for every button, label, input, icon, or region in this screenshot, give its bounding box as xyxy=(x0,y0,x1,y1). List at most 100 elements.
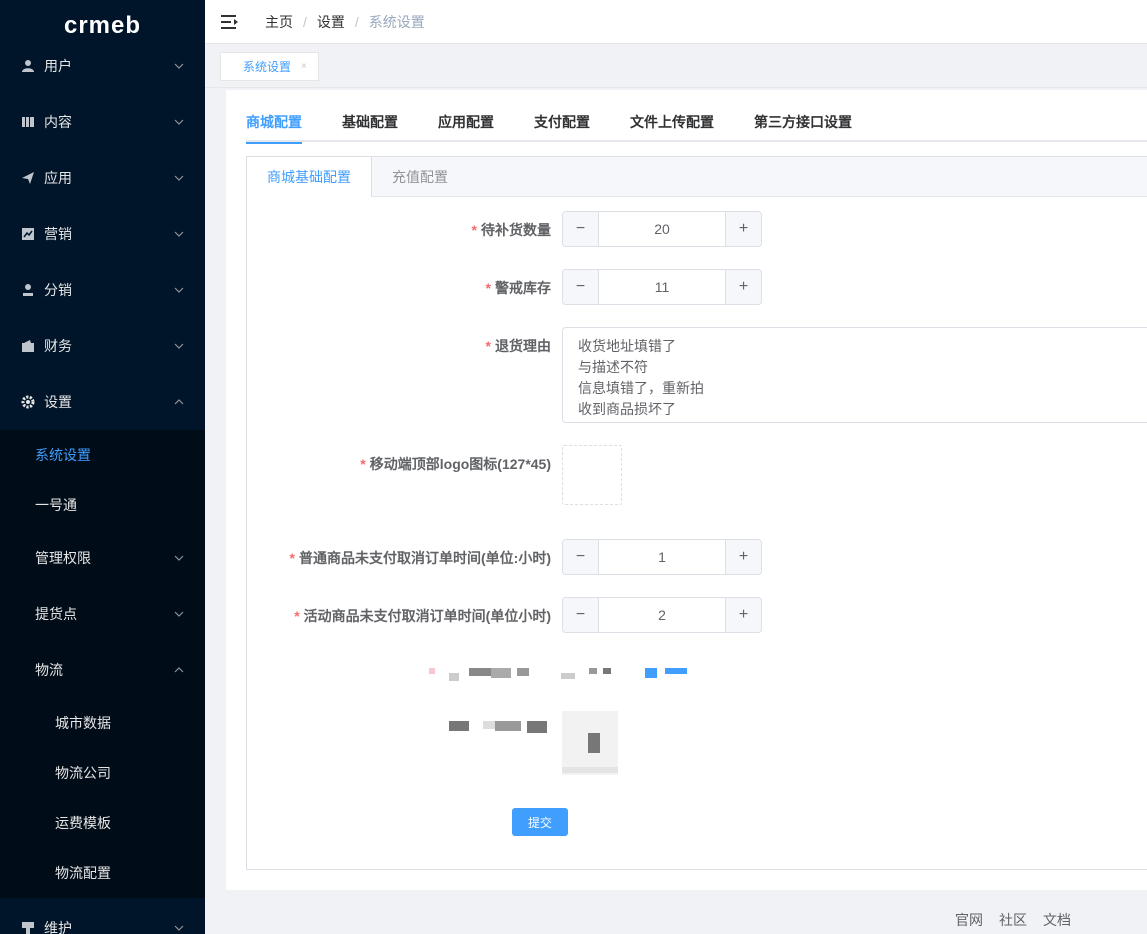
chevron-up-icon xyxy=(174,667,184,673)
tags-bar: 系统设置 × xyxy=(205,44,1147,88)
increase-button[interactable]: + xyxy=(725,270,761,304)
normal-cancel-value[interactable]: 1 xyxy=(599,540,725,574)
mobile-logo-upload[interactable] xyxy=(562,445,622,505)
chevron-down-icon xyxy=(174,925,184,931)
sidebar-item-label: 维护 xyxy=(44,920,72,934)
return-reason-line: 与描述不符 xyxy=(578,359,648,375)
decrease-button[interactable]: − xyxy=(563,212,599,246)
menu-fold-icon[interactable] xyxy=(221,14,239,30)
sidebar-item-label: 系统设置 xyxy=(35,447,91,463)
chevron-down-icon xyxy=(174,343,184,349)
sidebar-item-yihaotong[interactable]: 一号通 xyxy=(0,480,205,530)
increase-button[interactable]: + xyxy=(725,598,761,632)
sidebar-item-label: 运费模板 xyxy=(55,815,111,831)
tag-system-settings[interactable]: 系统设置 × xyxy=(220,52,319,81)
submit-button[interactable]: 提交 xyxy=(512,808,568,836)
sidebar-item-content[interactable]: 内容 xyxy=(0,94,205,150)
tab-upload-config[interactable]: 文件上传配置 xyxy=(630,112,714,142)
sidebar-item-freight-template[interactable]: 运费模板 xyxy=(0,798,205,848)
sidebar-item-label: 管理权限 xyxy=(35,550,91,566)
wallet-icon xyxy=(20,338,36,354)
chevron-down-icon xyxy=(174,231,184,237)
return-reason-label: * 退货理由 xyxy=(485,338,551,354)
tab-mall-basic[interactable]: 商城基础配置 xyxy=(247,157,372,197)
close-icon[interactable]: × xyxy=(301,61,307,72)
sidebar-item-system-settings[interactable]: 系统设置 xyxy=(0,430,205,480)
activity-cancel-value[interactable]: 2 xyxy=(599,598,725,632)
config-tabs: 商城配置 基础配置 应用配置 支付配置 文件上传配置 第三方接口设置 xyxy=(246,112,1147,144)
content-icon xyxy=(20,114,36,130)
sidebar-item-finance[interactable]: 财务 xyxy=(0,318,205,374)
sidebar-item-distribution[interactable]: 分销 xyxy=(0,262,205,318)
decrease-button[interactable]: − xyxy=(563,540,599,574)
tab-third-party-config[interactable]: 第三方接口设置 xyxy=(754,112,852,142)
tab-basic-config[interactable]: 基础配置 xyxy=(342,112,398,142)
return-reason-line: 信息填错了，重新拍 xyxy=(578,380,704,396)
breadcrumb-separator: / xyxy=(354,13,359,30)
tab-recharge[interactable]: 充值配置 xyxy=(372,157,468,196)
restock-label: * 待补货数量 xyxy=(471,222,551,238)
chevron-down-icon xyxy=(174,119,184,125)
inner-panel: 商城基础配置 充值配置 * 待补货数量 − 20 + * 警戒库存 − 11 + *… xyxy=(246,156,1147,870)
tab-mall-config[interactable]: 商城配置 xyxy=(246,112,302,144)
restock-value[interactable]: 20 xyxy=(599,212,725,246)
sidebar-item-settings[interactable]: 设置 xyxy=(0,374,205,430)
warn-stock-value[interactable]: 11 xyxy=(599,270,725,304)
chevron-down-icon xyxy=(174,287,184,293)
activity-cancel-stepper[interactable]: − 2 + xyxy=(562,597,762,633)
sidebar-item-maintain[interactable]: 维护 xyxy=(0,898,205,934)
inner-tabs: 商城基础配置 充值配置 xyxy=(247,157,1147,197)
sidebar-item-label: 物流公司 xyxy=(55,765,111,781)
sidebar-item-pickup[interactable]: 提货点 xyxy=(0,586,205,642)
sidebar-item-label: 一号通 xyxy=(35,497,77,513)
breadcrumb: 主页 / 设置 / 系统设置 xyxy=(265,12,425,32)
increase-button[interactable]: + xyxy=(725,540,761,574)
breadcrumb-separator: / xyxy=(303,13,307,30)
sidebar-item-logistics[interactable]: 物流 xyxy=(0,642,205,698)
restock-stepper[interactable]: − 20 + xyxy=(562,211,762,247)
normal-cancel-stepper[interactable]: − 1 + xyxy=(562,539,762,575)
tab-payment-config[interactable]: 支付配置 xyxy=(534,112,590,142)
logo: crmeb xyxy=(63,12,142,39)
obscured-row xyxy=(427,665,697,681)
normal-cancel-label: * 普通商品未支付取消订单时间(单位:小时) xyxy=(289,550,551,566)
sidebar-item-user[interactable]: 用户 xyxy=(0,50,205,82)
breadcrumb-current: 系统设置 xyxy=(368,13,425,30)
sidebar-item-label: 用户 xyxy=(44,58,72,74)
sidebar-item-logistics-config[interactable]: 物流配置 xyxy=(0,848,205,898)
sidebar-item-label: 营销 xyxy=(44,226,72,242)
footer-link-community[interactable]: 社区 xyxy=(999,910,1027,930)
return-reason-textarea[interactable]: 收货地址填错了 与描述不符 信息填错了，重新拍 收到商品损坏了 xyxy=(562,327,1147,423)
sidebar-item-label: 城市数据 xyxy=(55,715,111,731)
return-reason-line: 收到商品损坏了 xyxy=(578,401,676,417)
user-icon xyxy=(20,58,36,74)
increase-button[interactable]: + xyxy=(725,212,761,246)
gear-icon xyxy=(20,394,36,410)
breadcrumb-home[interactable]: 主页 xyxy=(265,12,293,32)
distribution-icon xyxy=(20,282,36,298)
sidebar-item-marketing[interactable]: 营销 xyxy=(0,206,205,262)
sidebar-item-label: 分销 xyxy=(44,282,72,298)
chevron-down-icon xyxy=(174,555,184,561)
breadcrumb-settings[interactable]: 设置 xyxy=(317,12,345,32)
decrease-button[interactable]: − xyxy=(563,598,599,632)
decrease-button[interactable]: − xyxy=(563,270,599,304)
sidebar-item-permissions[interactable]: 管理权限 xyxy=(0,530,205,586)
activity-cancel-label: * 活动商品未支付取消订单时间(单位小时) xyxy=(294,608,551,624)
chart-icon xyxy=(20,226,36,242)
sidebar-item-label: 设置 xyxy=(44,394,72,410)
sidebar-item-logistics-company[interactable]: 物流公司 xyxy=(0,748,205,798)
footer-link-official[interactable]: 官网 xyxy=(955,910,983,930)
obscured-image xyxy=(562,711,618,775)
sidebar-item-app[interactable]: 应用 xyxy=(0,150,205,206)
sidebar-item-city-data[interactable]: 城市数据 xyxy=(0,698,205,748)
sidebar-item-label: 内容 xyxy=(44,114,72,130)
send-icon xyxy=(20,170,36,186)
warn-stock-stepper[interactable]: − 11 + xyxy=(562,269,762,305)
tab-app-config[interactable]: 应用配置 xyxy=(438,112,494,142)
chevron-down-icon xyxy=(174,63,184,69)
sidebar-item-label: 提货点 xyxy=(35,606,77,622)
top-header: 主页 / 设置 / 系统设置 xyxy=(205,0,1147,44)
footer-link-docs[interactable]: 文档 xyxy=(1043,910,1071,930)
chevron-down-icon xyxy=(174,175,184,181)
